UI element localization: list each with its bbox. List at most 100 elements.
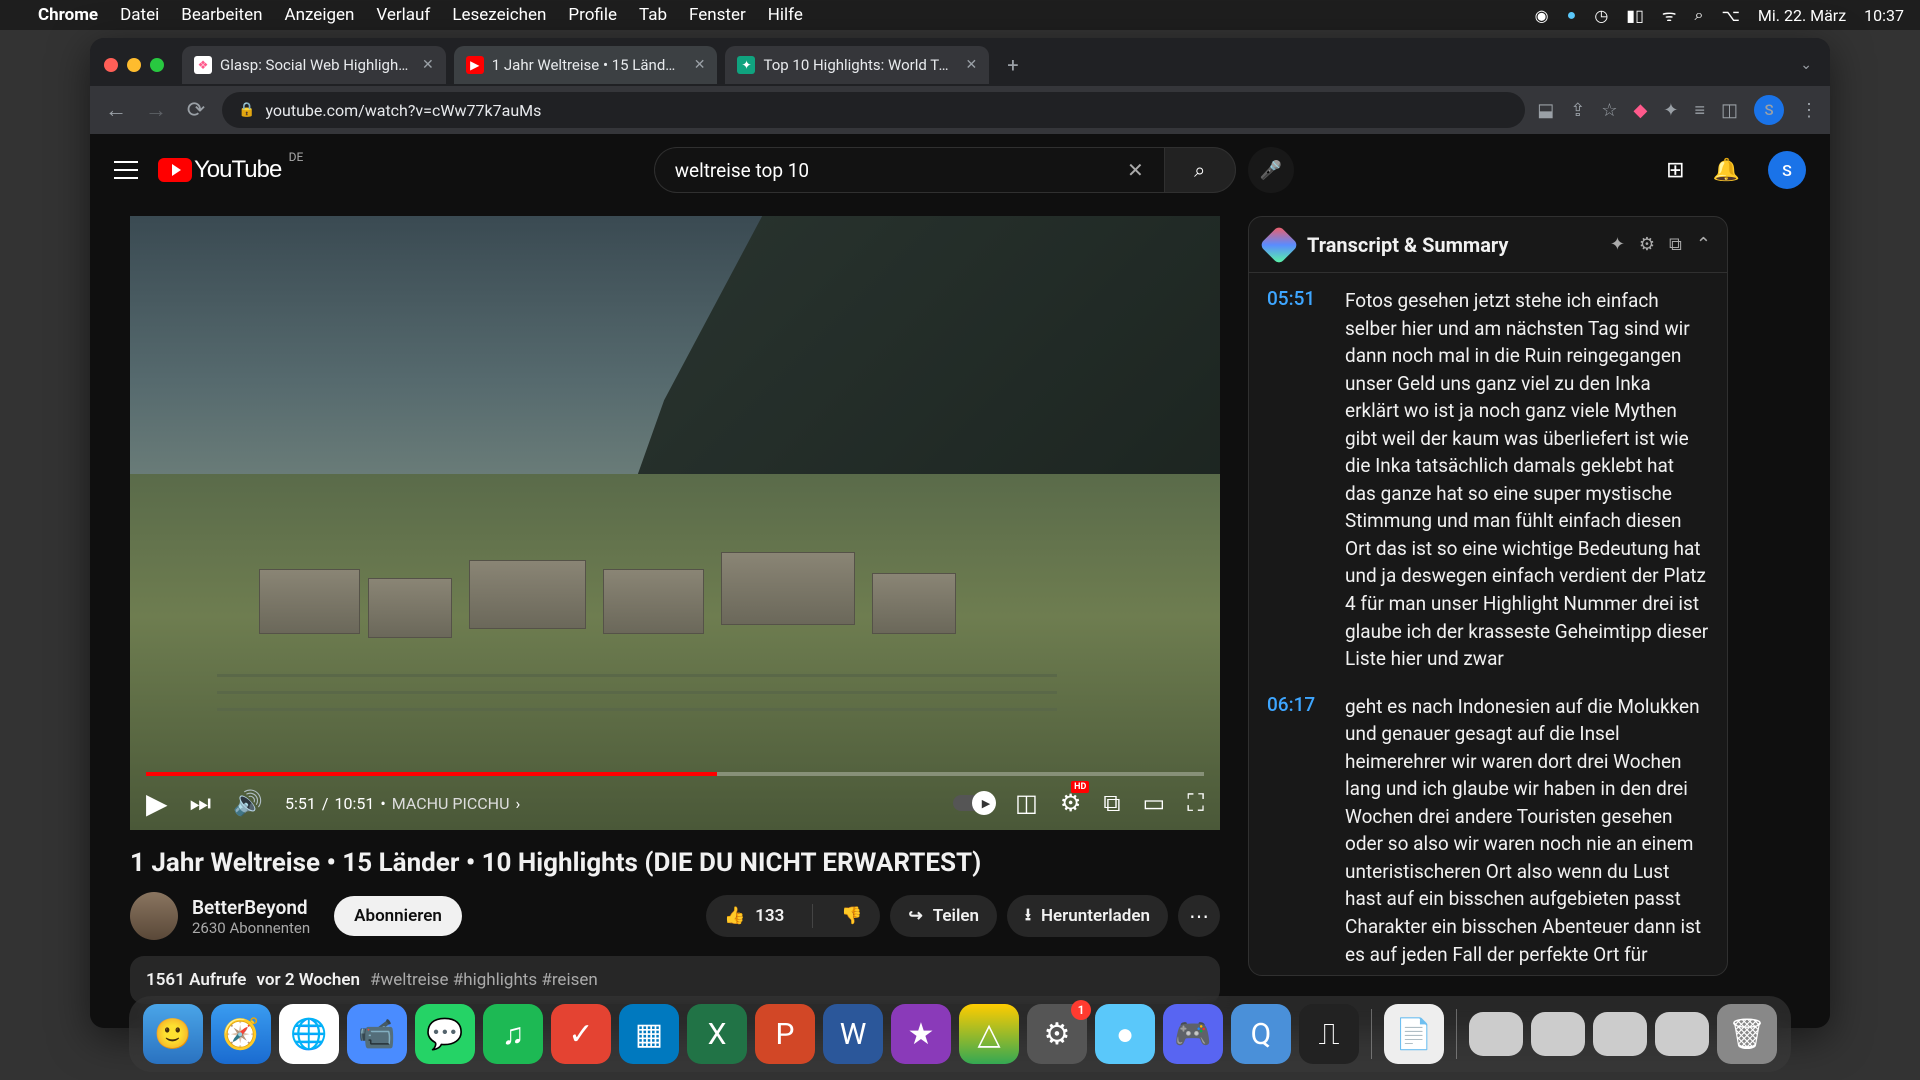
settings-icon[interactable]: ⚙ [1639, 234, 1655, 255]
timestamp[interactable]: 05:51 [1267, 287, 1329, 673]
search-button[interactable]: ⌕ [1164, 147, 1236, 193]
minimized-window-4[interactable] [1655, 1012, 1709, 1056]
zoom-icon[interactable]: 📹 [347, 1004, 407, 1064]
google-drive-icon[interactable]: △ [959, 1004, 1019, 1064]
menu-bearbeiten[interactable]: Bearbeiten [181, 5, 262, 25]
trash-icon[interactable]: 🗑 [1717, 1004, 1777, 1064]
control-center-icon[interactable]: ⌥ [1721, 6, 1739, 25]
volume-button[interactable]: 🔊 [233, 789, 263, 817]
close-window-button[interactable] [104, 58, 118, 72]
app-icon[interactable]: ● [1095, 1004, 1155, 1064]
system-settings-icon[interactable]: ⚙1 [1027, 1004, 1087, 1064]
wifi-icon[interactable]: ᯤ [1662, 4, 1677, 26]
menu-lesezeichen[interactable]: Lesezeichen [452, 5, 546, 25]
menu-anzeigen[interactable]: Anzeigen [285, 5, 355, 25]
copy-icon[interactable]: ⧉ [1669, 234, 1682, 255]
dislike-button[interactable]: 👎 [823, 895, 880, 937]
video-player[interactable]: ▶ ⏭ 🔊 5:51 / 10:51 • MACHU PICCHU › [130, 216, 1220, 830]
minimized-window-2[interactable] [1531, 1012, 1585, 1056]
finder-icon[interactable]: 🙂 [143, 1004, 203, 1064]
tab-glasp[interactable]: ❖ Glasp: Social Web Highlight & ✕ [182, 46, 446, 84]
back-button[interactable]: ← [102, 97, 130, 123]
menubar-time[interactable]: 10:37 [1864, 6, 1904, 25]
trello-icon[interactable]: ▦ [619, 1004, 679, 1064]
battery-icon[interactable]: ▮▯ [1626, 6, 1644, 25]
new-tab-button[interactable]: + [997, 53, 1028, 77]
clear-search-icon[interactable]: ✕ [1127, 158, 1144, 182]
whatsapp-icon[interactable]: 💬 [415, 1004, 475, 1064]
timestamp[interactable]: 06:17 [1267, 693, 1329, 968]
side-panel-icon[interactable]: ◫ [1721, 100, 1738, 121]
extensions-icon[interactable]: ✦ [1663, 100, 1678, 121]
account-avatar[interactable]: S [1768, 151, 1806, 189]
voice-memos-icon[interactable]: ⎍ [1299, 1004, 1359, 1064]
record-icon[interactable]: ◉ [1535, 6, 1549, 25]
channel-name[interactable]: BetterBeyond [192, 896, 310, 919]
more-actions-button[interactable]: ⋯ [1178, 895, 1220, 937]
notifications-button[interactable]: 🔔 [1713, 158, 1740, 183]
menu-tab[interactable]: Tab [639, 5, 667, 25]
install-app-icon[interactable]: ⬓ [1537, 100, 1554, 121]
menubar-date[interactable]: Mi. 22. März [1758, 6, 1846, 25]
autoplay-toggle[interactable]: ▶ [953, 795, 993, 811]
downloads-icon[interactable]: 📄 [1384, 1004, 1444, 1064]
fullscreen-button[interactable]: ⛶ [1187, 789, 1204, 817]
search-input[interactable]: weltreise top 10 ✕ [654, 147, 1164, 193]
voice-search-button[interactable]: 🎤 [1248, 147, 1294, 193]
chrome-menu-icon[interactable]: ⋮ [1800, 100, 1818, 121]
tab-youtube[interactable]: ▶ 1 Jahr Weltreise • 15 Länder • ✕ [454, 46, 718, 84]
tab-chatgpt[interactable]: ✦ Top 10 Highlights: World Tour ✕ [725, 46, 989, 84]
menu-verlauf[interactable]: Verlauf [376, 5, 430, 25]
menu-datei[interactable]: Datei [120, 5, 159, 25]
profile-avatar[interactable]: S [1754, 95, 1784, 125]
share-icon[interactable]: ⇪ [1570, 100, 1585, 121]
channel-avatar[interactable] [130, 892, 178, 940]
powerpoint-icon[interactable]: P [755, 1004, 815, 1064]
menu-fenster[interactable]: Fenster [689, 5, 746, 25]
menu-hilfe[interactable]: Hilfe [768, 5, 803, 25]
clock-icon[interactable]: ◷ [1594, 6, 1608, 25]
discord-icon[interactable]: 🎮 [1163, 1004, 1223, 1064]
chapter-name[interactable]: MACHU PICCHU [392, 794, 510, 813]
collapse-icon[interactable]: ⌃ [1696, 234, 1711, 255]
transcript-entry[interactable]: 05:51 Fotos gesehen jetzt stehe ich einf… [1267, 287, 1709, 673]
share-button[interactable]: ↪ Teilen [890, 895, 997, 937]
close-tab-icon[interactable]: ✕ [694, 57, 706, 73]
todoist-icon[interactable]: ✓ [551, 1004, 611, 1064]
spotify-icon[interactable]: ♫ [483, 1004, 543, 1064]
download-button[interactable]: ⭳ Herunterladen [1007, 895, 1168, 937]
play-button[interactable]: ▶ [146, 787, 168, 820]
transcript-body[interactable]: 05:51 Fotos gesehen jetzt stehe ich einf… [1249, 273, 1727, 975]
imovie-icon[interactable]: ★ [891, 1004, 951, 1064]
tabs-dropdown-icon[interactable]: ⌄ [1792, 57, 1820, 73]
ai-summary-icon[interactable]: ✦ [1610, 234, 1625, 255]
maximize-window-button[interactable] [150, 58, 164, 72]
hamburger-menu-button[interactable] [114, 161, 138, 179]
theater-mode-button[interactable]: ▭ [1143, 789, 1166, 817]
subtitles-button[interactable]: ◫ [1015, 789, 1038, 817]
bookmark-star-icon[interactable]: ☆ [1601, 100, 1617, 121]
create-button[interactable]: ⊞ [1666, 158, 1684, 183]
menu-profile[interactable]: Profile [568, 5, 617, 25]
close-tab-icon[interactable]: ✕ [965, 57, 977, 73]
app-name[interactable]: Chrome [38, 5, 98, 25]
spotlight-icon[interactable]: ⌕ [1695, 5, 1704, 25]
reload-button[interactable]: ⟳ [182, 98, 210, 123]
minimized-window-3[interactable] [1593, 1012, 1647, 1056]
url-input[interactable]: 🔒 youtube.com/watch?v=cWw77k7auMs [222, 92, 1525, 128]
reading-list-icon[interactable]: ≡ [1694, 100, 1705, 121]
next-button[interactable]: ⏭ [190, 789, 212, 817]
word-icon[interactable]: W [823, 1004, 883, 1064]
minimized-window-1[interactable] [1469, 1012, 1523, 1056]
youtube-logo[interactable]: YouTube DE [158, 156, 281, 184]
chevron-right-icon[interactable]: › [515, 794, 520, 813]
glasp-extension-icon[interactable]: ◆ [1634, 100, 1648, 121]
forward-button[interactable]: → [142, 97, 170, 123]
chrome-icon[interactable]: 🌐 [279, 1004, 339, 1064]
miniplayer-button[interactable]: ⧉ [1103, 789, 1120, 817]
excel-icon[interactable]: X [687, 1004, 747, 1064]
app-indicator-icon[interactable]: ● [1567, 5, 1577, 25]
close-tab-icon[interactable]: ✕ [422, 57, 434, 73]
quicktime-icon[interactable]: Q [1231, 1004, 1291, 1064]
subscribe-button[interactable]: Abonnieren [334, 896, 462, 936]
